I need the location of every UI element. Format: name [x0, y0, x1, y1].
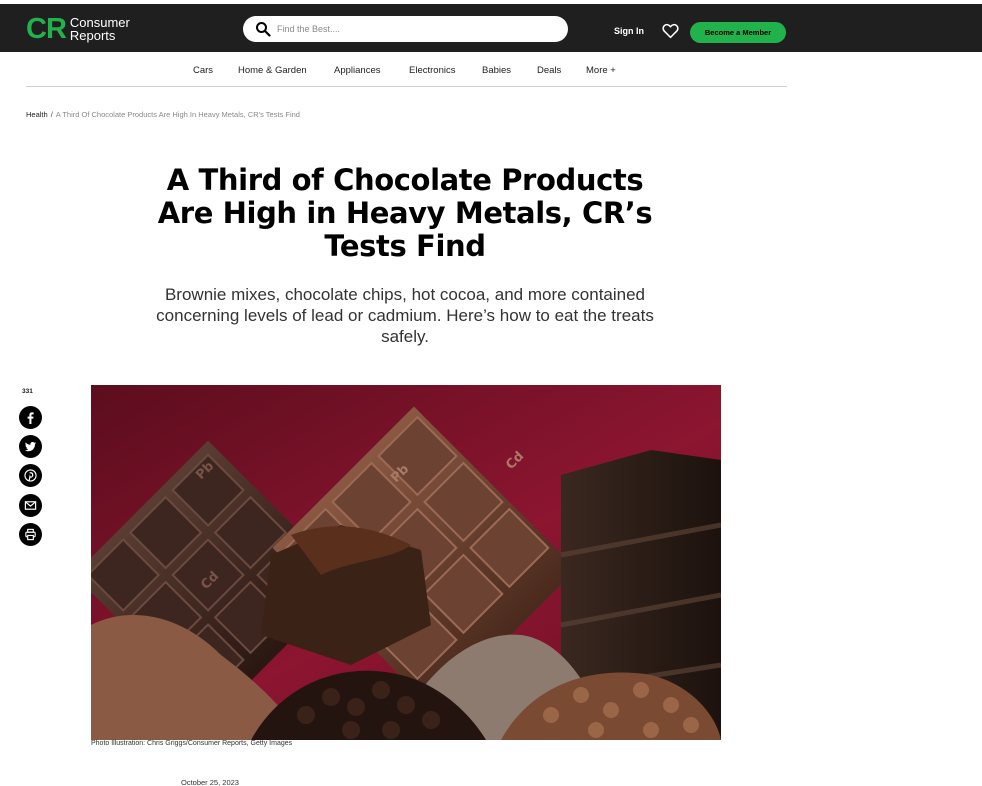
facebook-share-button[interactable] — [19, 406, 42, 429]
site-header: CR Consumer Reports Sign In Become a Mem… — [0, 4, 982, 52]
consumer-reports-logo[interactable]: CR Consumer Reports — [26, 13, 130, 45]
image-caption: Photo Illustration: Chris Griggs/Consume… — [91, 740, 293, 747]
nav-item-electronics[interactable]: Electronics — [409, 65, 455, 76]
logo-line-2: Reports — [69, 28, 116, 43]
logo-mark: CR — [26, 13, 67, 45]
become-member-button[interactable]: Become a Member — [690, 22, 786, 43]
print-button[interactable] — [19, 523, 42, 546]
facebook-icon — [27, 412, 34, 424]
nav-item-home-garden[interactable]: Home & Garden — [238, 65, 307, 76]
chocolate-illustration: Pb Pb Cd Cd — [91, 385, 721, 740]
heart-icon[interactable] — [662, 23, 679, 39]
article-dek: Brownie mixes, chocolate chips, hot coco… — [156, 285, 654, 346]
nav-item-more[interactable]: More + — [586, 65, 616, 76]
hero-image: Pb Pb Cd Cd — [91, 385, 721, 740]
email-icon — [24, 501, 37, 510]
twitter-share-button[interactable] — [19, 435, 42, 458]
publish-date: October 25, 2023 — [181, 778, 239, 786]
main-nav: Cars Home & Garden Appliances Electronic… — [26, 52, 787, 87]
search-icon[interactable] — [255, 21, 271, 37]
search-bar — [243, 16, 568, 42]
pinterest-icon — [24, 469, 37, 482]
article-headline: A Third of Chocolate Products Are High i… — [157, 163, 653, 263]
search-input[interactable] — [277, 16, 557, 42]
breadcrumb-health[interactable]: Health — [26, 110, 48, 119]
logo-wordmark: Consumer Reports — [70, 16, 130, 42]
print-icon — [25, 528, 36, 541]
pinterest-share-button[interactable] — [19, 464, 42, 487]
breadcrumb-separator: / — [50, 110, 53, 119]
nav-item-cars[interactable]: Cars — [193, 65, 213, 76]
nav-item-deals[interactable]: Deals — [537, 65, 561, 76]
twitter-icon — [24, 441, 37, 452]
email-share-button[interactable] — [19, 494, 42, 517]
sign-in-link[interactable]: Sign In — [614, 26, 644, 36]
nav-item-babies[interactable]: Babies — [482, 65, 511, 76]
nav-item-appliances[interactable]: Appliances — [334, 65, 380, 76]
breadcrumb: Health / A Third Of Chocolate Products Are… — [26, 110, 300, 119]
breadcrumb-current: A Third Of Chocolate Products Are High I… — [55, 110, 300, 119]
share-count: 331 — [22, 388, 33, 395]
